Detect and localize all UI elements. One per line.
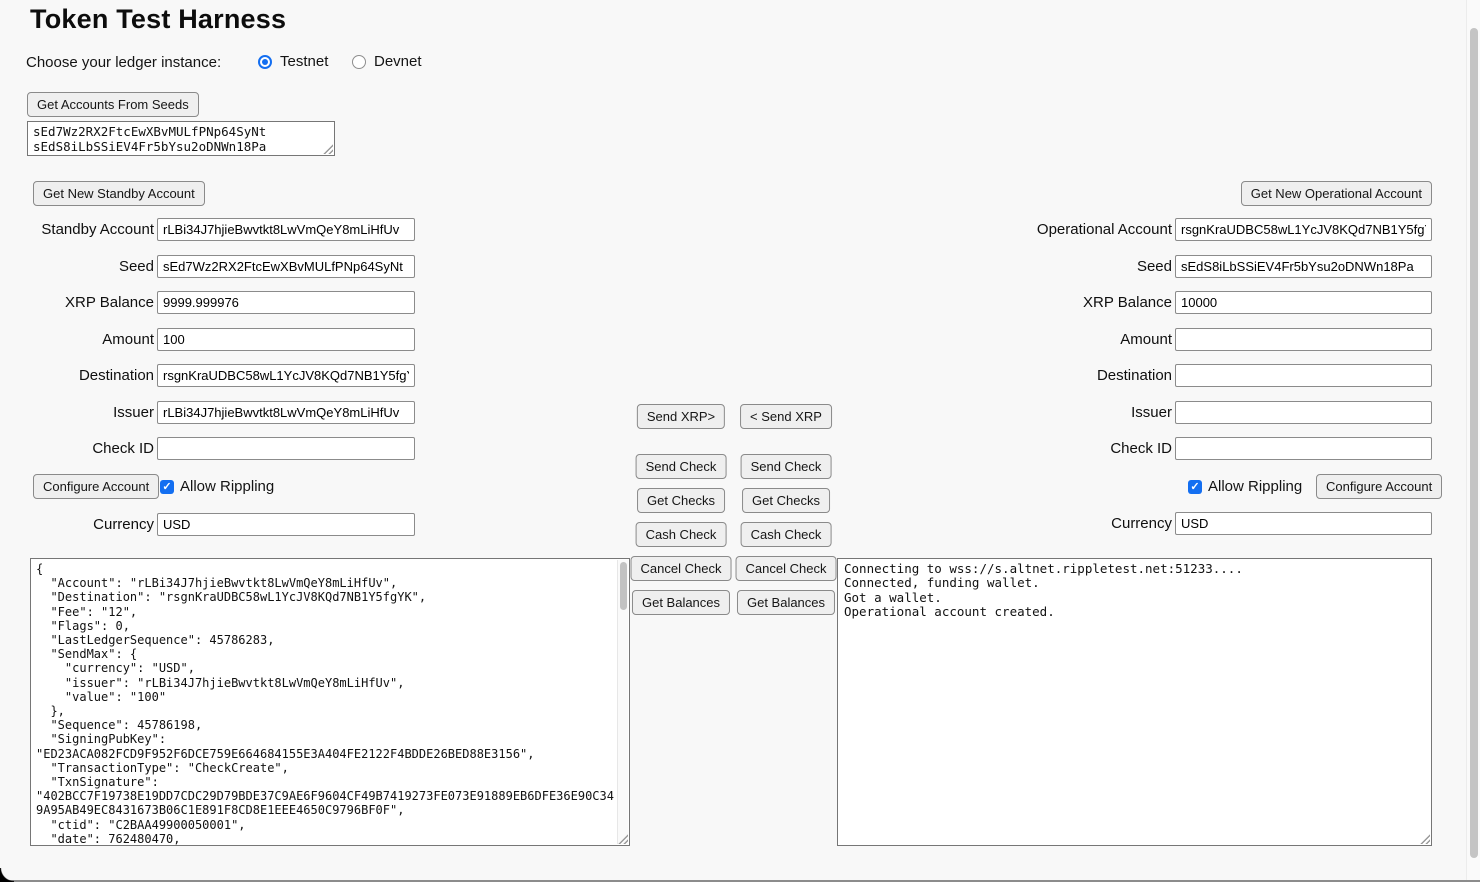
window-corner <box>0 868 14 882</box>
testnet-radio[interactable] <box>258 55 272 69</box>
standby-results-wrap: { "Account": "rLBi34J7hjieBwvtkt8LwVmQeY… <box>30 558 630 846</box>
operational-cash-check-button[interactable]: Cash Check <box>741 522 832 547</box>
operational-amount-label: Amount <box>952 328 1172 351</box>
ledger-instance-label: Choose your ledger instance: <box>26 54 221 72</box>
check-icon: ✓ <box>162 481 171 493</box>
operational-issuer-input[interactable] <box>1175 401 1432 424</box>
operational-seed-input[interactable] <box>1175 255 1432 278</box>
operational-check-id-input[interactable] <box>1175 437 1432 460</box>
standby-amount-label: Amount <box>20 328 154 351</box>
results-scrollbar[interactable] <box>617 560 628 844</box>
seeds-textarea-wrap: sEd7Wz2RX2FtcEwXBvMULfPNp64SyNt sEdS8iLb… <box>27 121 335 156</box>
operational-xrp-balance-input[interactable] <box>1175 291 1432 314</box>
operational-account-input[interactable] <box>1175 218 1432 241</box>
check-icon: ✓ <box>1190 481 1199 493</box>
seeds-textarea[interactable]: sEd7Wz2RX2FtcEwXBvMULfPNp64SyNt sEdS8iLb… <box>28 122 334 155</box>
testnet-radio-option[interactable]: Testnet <box>258 53 328 70</box>
standby-xrp-balance-input[interactable] <box>157 291 415 314</box>
operational-cancel-check-button[interactable]: Cancel Check <box>736 556 837 581</box>
operational-currency-label: Currency <box>952 512 1172 535</box>
devnet-radio[interactable] <box>352 55 366 69</box>
standby-allow-rippling-checkbox[interactable]: ✓ <box>160 480 174 494</box>
standby-allow-rippling[interactable]: ✓ Allow Rippling <box>160 478 274 495</box>
standby-cash-check-button[interactable]: Cash Check <box>636 522 727 547</box>
operational-allow-rippling-checkbox[interactable]: ✓ <box>1188 480 1202 494</box>
operational-account-label: Operational Account <box>952 218 1172 241</box>
standby-results-textarea[interactable]: { "Account": "rLBi34J7hjieBwvtkt8LwVmQeY… <box>31 559 629 845</box>
standby-get-balances-button[interactable]: Get Balances <box>632 590 730 615</box>
standby-send-check-button[interactable]: Send Check <box>636 454 727 479</box>
get-accounts-from-seeds-button[interactable]: Get Accounts From Seeds <box>27 92 199 117</box>
standby-cancel-check-button[interactable]: Cancel Check <box>631 556 732 581</box>
standby-check-id-input[interactable] <box>157 437 415 460</box>
operational-issuer-label: Issuer <box>952 401 1172 424</box>
operational-allow-rippling[interactable]: ✓ Allow Rippling <box>1188 478 1302 495</box>
standby-amount-input[interactable] <box>157 328 415 351</box>
page-title: Token Test Harness <box>30 4 286 35</box>
standby-currency-label: Currency <box>20 513 154 536</box>
send-xrp-left-button[interactable]: < Send XRP <box>740 404 832 429</box>
standby-destination-label: Destination <box>20 364 154 387</box>
page-scrollbar[interactable] <box>1466 0 1480 882</box>
standby-account-label: Standby Account <box>20 218 154 241</box>
send-xrp-right-button[interactable]: Send XRP> <box>637 404 725 429</box>
get-new-operational-account-button[interactable]: Get New Operational Account <box>1241 181 1432 206</box>
standby-seed-label: Seed <box>20 255 154 278</box>
operational-destination-label: Destination <box>952 364 1172 387</box>
operational-destination-input[interactable] <box>1175 364 1432 387</box>
results-scrollbar-thumb[interactable] <box>620 562 627 610</box>
standby-check-id-label: Check ID <box>20 437 154 460</box>
standby-issuer-input[interactable] <box>157 401 415 424</box>
operational-log-wrap: Connecting to wss://s.altnet.rippletest.… <box>837 558 1432 846</box>
standby-allow-rippling-label: Allow Rippling <box>180 478 274 495</box>
operational-amount-input[interactable] <box>1175 328 1432 351</box>
operational-currency-input[interactable] <box>1175 512 1432 535</box>
operational-send-check-button[interactable]: Send Check <box>741 454 832 479</box>
devnet-radio-option[interactable]: Devnet <box>352 53 422 70</box>
operational-xrp-balance-label: XRP Balance <box>952 291 1172 314</box>
page-scrollbar-thumb[interactable] <box>1470 28 1478 858</box>
operational-get-balances-button[interactable]: Get Balances <box>737 590 835 615</box>
operational-check-id-label: Check ID <box>952 437 1172 460</box>
standby-xrp-balance-label: XRP Balance <box>20 291 154 314</box>
get-new-standby-account-button[interactable]: Get New Standby Account <box>33 181 205 206</box>
standby-account-input[interactable] <box>157 218 415 241</box>
standby-currency-input[interactable] <box>157 513 415 536</box>
operational-configure-account-button[interactable]: Configure Account <box>1316 474 1442 499</box>
standby-seed-input[interactable] <box>157 255 415 278</box>
devnet-radio-label: Devnet <box>374 53 422 70</box>
testnet-radio-label: Testnet <box>280 53 328 70</box>
standby-destination-input[interactable] <box>157 364 415 387</box>
operational-allow-rippling-label: Allow Rippling <box>1208 478 1302 495</box>
operational-get-checks-button[interactable]: Get Checks <box>742 488 830 513</box>
standby-configure-account-button[interactable]: Configure Account <box>33 474 159 499</box>
standby-issuer-label: Issuer <box>20 401 154 424</box>
standby-get-checks-button[interactable]: Get Checks <box>637 488 725 513</box>
operational-seed-label: Seed <box>952 255 1172 278</box>
operational-log-textarea[interactable]: Connecting to wss://s.altnet.rippletest.… <box>838 559 1431 845</box>
